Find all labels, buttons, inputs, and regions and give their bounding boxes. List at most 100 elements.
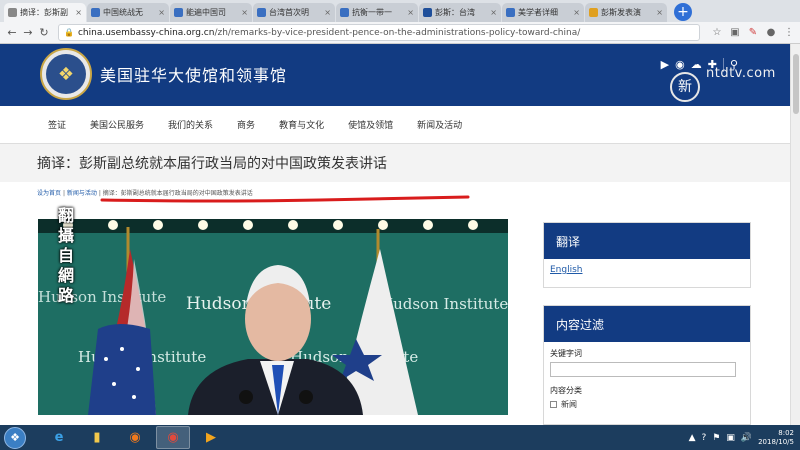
category-news-label: 新闻: [561, 400, 577, 409]
content-filter-box: 内容过滤 关键字词 内容分类 新闻: [543, 305, 751, 425]
site-title[interactable]: 美国驻华大使馆和领事馆: [100, 62, 287, 86]
tab-title: 美学者详细: [518, 8, 558, 17]
tray-network-icon[interactable]: ▣: [726, 433, 735, 443]
nav-item[interactable]: 我们的关系: [168, 118, 213, 131]
tab-title: 抗衡一带一: [352, 8, 392, 17]
chrome-icon[interactable]: ◉: [156, 426, 190, 449]
url-input[interactable]: 🔒 china.usembassy-china.org.cn /zh/remar…: [58, 24, 700, 41]
tab-favicon-icon: [8, 8, 17, 17]
tab-title: 台湾首次明: [269, 8, 309, 17]
forward-icon[interactable]: →: [20, 26, 36, 39]
reload-icon[interactable]: ↻: [36, 26, 52, 39]
overlay-char: 攝: [58, 226, 75, 245]
tab-close-icon[interactable]: ×: [656, 8, 663, 17]
extension-icon[interactable]: ▣: [728, 27, 742, 39]
url-host: china.usembassy-china.org.cn: [77, 27, 215, 38]
photo-banner-text-3: Hudson Institute: [380, 295, 508, 313]
scrollbar-thumb[interactable]: [793, 54, 799, 114]
nav-item[interactable]: 教育与文化: [279, 118, 324, 131]
media-icon[interactable]: ▶: [194, 426, 228, 449]
tab-close-icon[interactable]: ×: [490, 8, 497, 17]
taskbar-clock[interactable]: 8:02 2018/10/5: [758, 429, 794, 447]
browser-tab[interactable]: 抗衡一带一 ×: [336, 3, 418, 22]
page-scrollbar[interactable]: [790, 44, 800, 425]
tab-close-icon[interactable]: ×: [158, 8, 165, 17]
breadcrumb-home[interactable]: 设为首页: [37, 190, 61, 197]
page-title-bar: 摘译：彭斯副总统就本届行政当局的对中国政策发表讲话: [0, 144, 790, 182]
nav-item[interactable]: 签证: [48, 118, 66, 131]
tab-favicon-icon: [506, 8, 515, 17]
tab-favicon-icon: [589, 8, 598, 17]
windows-taskbar: ❖ e ▮ ◉ ◉ ▶ ▲ ? ⚑ ▣ 🔊 8:02 2018/10/5: [0, 425, 800, 450]
browser-tab[interactable]: 彭斯发表演 ×: [585, 3, 667, 22]
folder-icon[interactable]: ▮: [80, 426, 114, 449]
keyword-input[interactable]: [550, 362, 736, 377]
start-button[interactable]: ❖: [4, 426, 26, 449]
browser-tab-bar: 摘译：彭斯副 × 中国统战无 × 能遍中国司 × 台湾首次明 × 抗衡一带一 × 彭斯：台湾 × 美学者…: [0, 0, 800, 22]
tab-favicon-icon: [91, 8, 100, 17]
red-underline-annotation: [100, 195, 470, 203]
address-bar: ← → ↻ 🔒 china.usembassy-china.org.cn /zh…: [0, 22, 800, 44]
category-news-row[interactable]: 新闻: [550, 399, 744, 410]
tray-volume-icon[interactable]: 🔊: [741, 433, 752, 443]
profile-icon[interactable]: ●: [764, 27, 778, 39]
english-link[interactable]: English: [550, 265, 583, 275]
overlay-char: 路: [58, 286, 75, 305]
breadcrumb-news[interactable]: 新闻与活动: [67, 190, 97, 197]
browser-tab[interactable]: 能遍中国司 ×: [170, 3, 252, 22]
nav-item[interactable]: 新闻及活动: [417, 118, 462, 131]
tab-title: 能遍中国司: [186, 8, 226, 17]
translate-box-title: 翻译: [544, 223, 750, 259]
tab-favicon-icon: [423, 8, 432, 17]
url-path: /zh/remarks-by-vice-president-pence-on-t…: [214, 27, 581, 38]
tab-close-icon[interactable]: ×: [407, 8, 414, 17]
browser-tab[interactable]: 彭斯：台湾 ×: [419, 3, 501, 22]
tab-favicon-icon: [257, 8, 266, 17]
overlay-char: 網: [58, 266, 75, 285]
keyword-label: 关键字词: [550, 349, 582, 358]
tab-title: 彭斯发表演: [601, 8, 641, 17]
back-icon[interactable]: ←: [4, 26, 20, 39]
wechat-icon[interactable]: ☁: [691, 58, 702, 72]
tab-favicon-icon: [340, 8, 349, 17]
pen-icon[interactable]: ✎: [746, 27, 760, 39]
lock-icon: 🔒: [64, 28, 74, 37]
ie-icon[interactable]: e: [42, 426, 76, 449]
article-photo: Hudson Institute Hudson Institute Hudson…: [38, 219, 508, 415]
clock-date: 2018/10/5: [758, 438, 794, 446]
category-label: 内容分类: [550, 386, 582, 395]
eagle-icon: ❖: [46, 54, 86, 94]
tab-close-icon[interactable]: ×: [241, 8, 248, 17]
watermark-text: ntdtv.com: [706, 66, 776, 81]
tray-flag-icon[interactable]: ⚑: [712, 433, 720, 443]
tray-up-icon[interactable]: ▲: [689, 433, 696, 443]
firefox-icon[interactable]: ◉: [118, 426, 152, 449]
tab-close-icon[interactable]: ×: [324, 8, 331, 17]
menu-icon[interactable]: ⋮: [782, 27, 796, 39]
overlay-vertical-text: 翻攝自網路: [58, 206, 82, 306]
browser-tab[interactable]: 美学者详细 ×: [502, 3, 584, 22]
tray-help-icon[interactable]: ?: [702, 433, 707, 443]
new-tab-button[interactable]: +: [674, 3, 692, 21]
category-news-checkbox[interactable]: [550, 401, 557, 408]
nav-item[interactable]: 商务: [237, 118, 255, 131]
weibo-icon[interactable]: ◉: [675, 58, 685, 72]
nav-item[interactable]: 美国公民服务: [90, 118, 144, 131]
main-nav: 签证 美国公民服务 我们的关系 商务 教育与文化 使馆及领馆 新闻及活动: [0, 106, 790, 144]
browser-tab[interactable]: 台湾首次明 ×: [253, 3, 335, 22]
overlay-char: 自: [58, 246, 75, 265]
nav-item[interactable]: 使馆及领馆: [348, 118, 393, 131]
tab-close-icon[interactable]: ×: [75, 8, 82, 17]
tab-close-icon[interactable]: ×: [573, 8, 580, 17]
youtube-icon[interactable]: ▶: [661, 58, 669, 72]
watermark-logo-icon: 新: [670, 72, 700, 102]
embassy-seal-icon[interactable]: ❖: [40, 48, 92, 100]
system-tray: ▲ ? ⚑ ▣ 🔊 8:02 2018/10/5: [689, 429, 794, 447]
tab-title: 中国统战无: [103, 8, 143, 17]
page-title: 摘译：彭斯副总统就本届行政当局的对中国政策发表讲话: [37, 156, 387, 172]
content-filter-title: 内容过滤: [544, 306, 750, 342]
clock-time: 8:02: [778, 429, 794, 437]
browser-tab[interactable]: 摘译：彭斯副 ×: [4, 3, 86, 22]
browser-tab[interactable]: 中国统战无 ×: [87, 3, 169, 22]
star-icon[interactable]: ☆: [710, 27, 724, 39]
